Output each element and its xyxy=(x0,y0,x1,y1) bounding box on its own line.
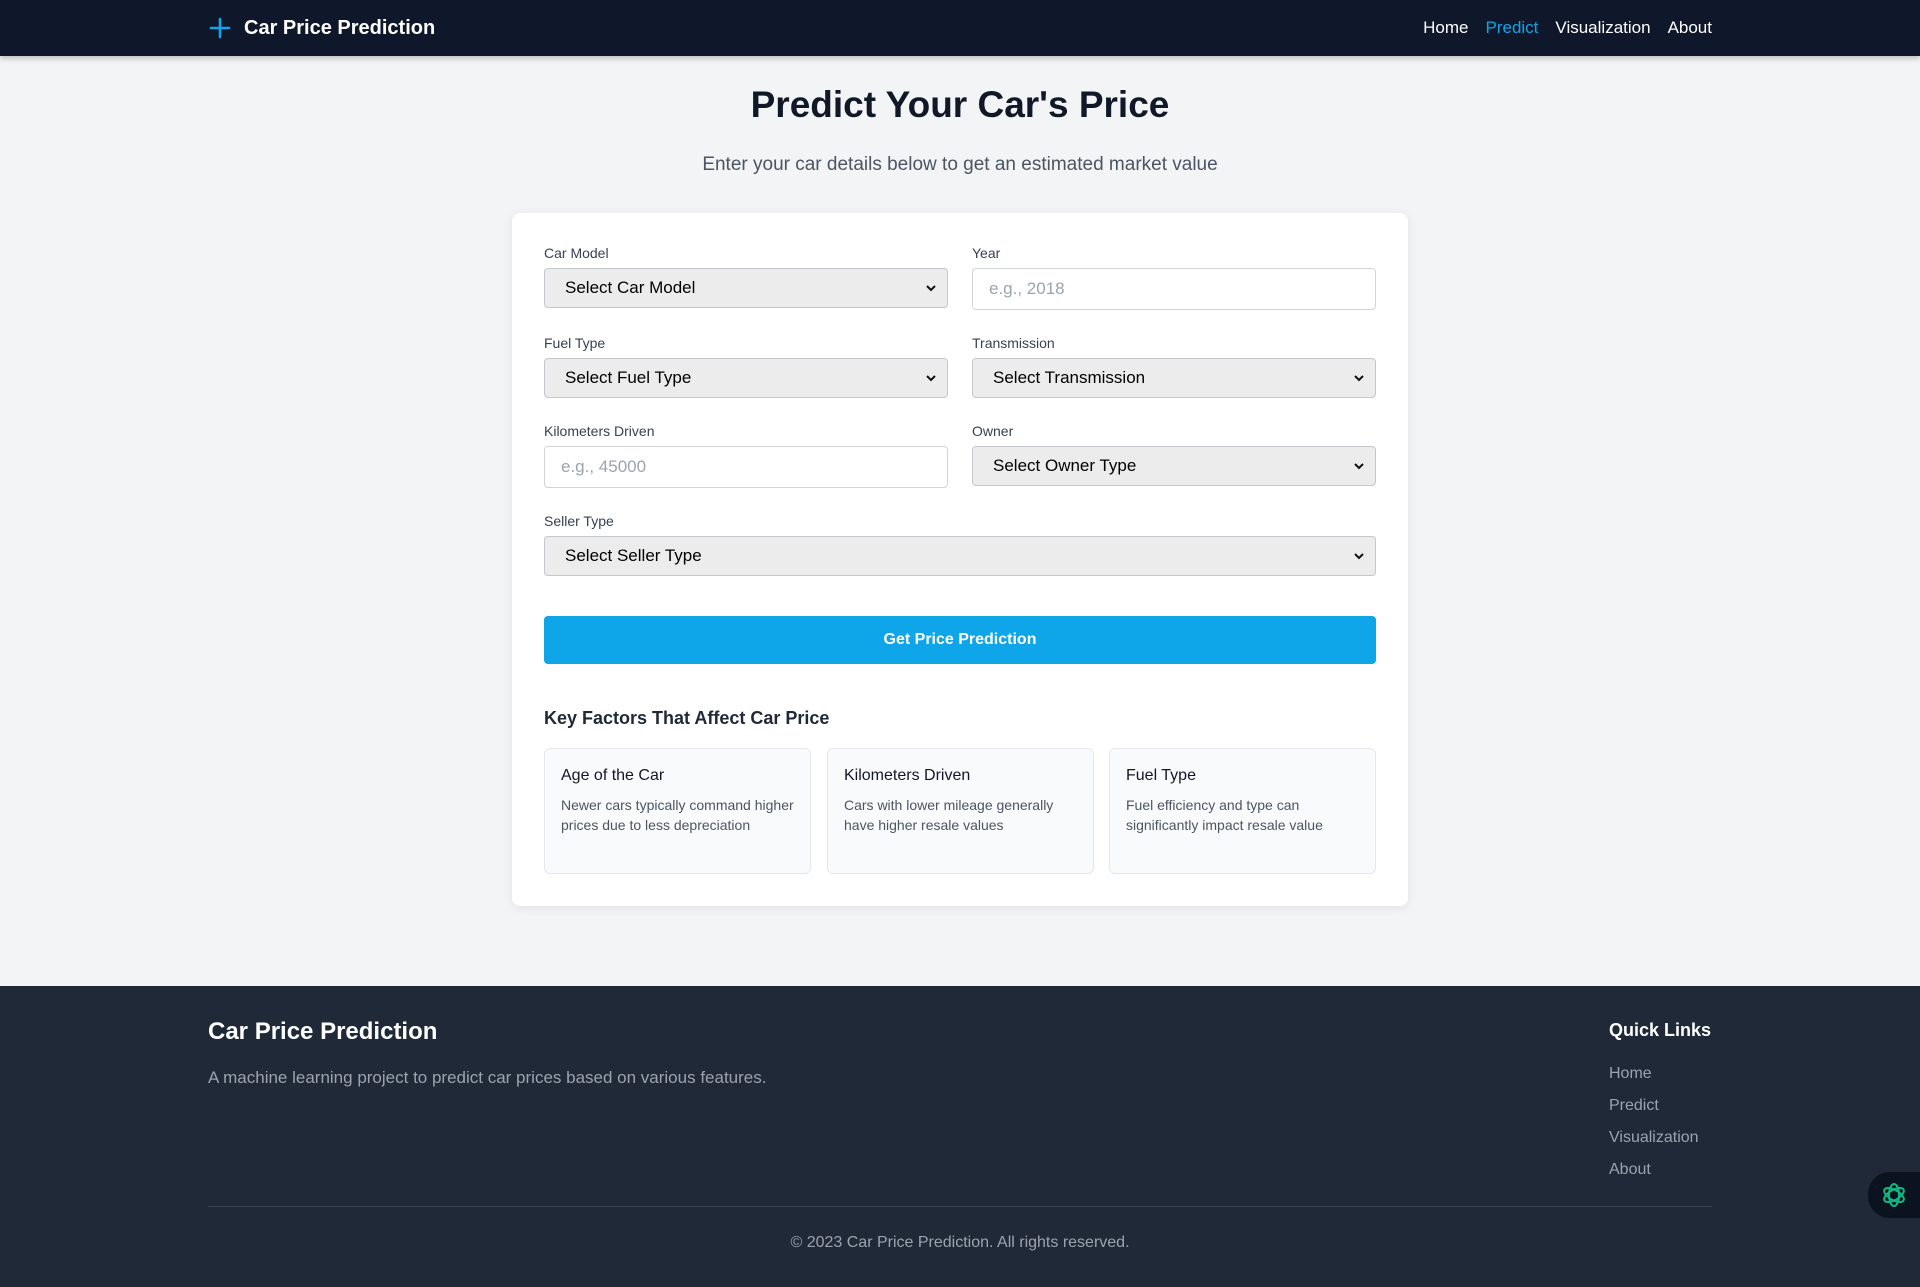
quick-links-title: Quick Links xyxy=(1609,1020,1712,1040)
owner-select[interactable]: Select Owner Type xyxy=(972,446,1376,486)
factor-card-kilometers: Kilometers Driven Cars with lower mileag… xyxy=(827,748,1094,874)
year-field: Year e.g., 2018 xyxy=(972,245,1376,310)
quick-links-list: Home Predict Visualization About xyxy=(1609,1064,1699,1180)
transmission-select[interactable]: Select Transmission xyxy=(972,358,1376,398)
footer-link-about[interactable]: About xyxy=(1609,1160,1699,1180)
footer: Car Price Prediction A machine learning … xyxy=(0,986,1920,1287)
brand-title: Car Price Prediction xyxy=(244,16,436,39)
car-model-select[interactable]: Select Car Model xyxy=(544,268,948,308)
nav-links: Home Predict Visualization About xyxy=(1423,0,1712,56)
fuel-type-label: Fuel Type xyxy=(544,335,606,351)
owner-label: Owner xyxy=(972,423,1014,439)
car-model-select-value: Select Car Model xyxy=(565,278,696,297)
nav-link-about[interactable]: About xyxy=(1668,18,1712,38)
transmission-label: Transmission xyxy=(972,335,1055,351)
openai-logo-icon xyxy=(1883,1183,1905,1207)
transmission-field: Transmission Select Transmission xyxy=(972,335,1376,398)
nav-link-predict[interactable]: Predict xyxy=(1486,18,1539,38)
car-model-field: Car Model Select Car Model xyxy=(544,245,948,308)
fuel-type-select-value: Select Fuel Type xyxy=(565,368,692,387)
footer-link-predict[interactable]: Predict xyxy=(1609,1096,1699,1116)
footer-description: A machine learning project to predict ca… xyxy=(208,1068,767,1087)
nav-link-home[interactable]: Home xyxy=(1423,18,1468,38)
fuel-type-field: Fuel Type Select Fuel Type xyxy=(544,335,948,398)
seller-type-label: Seller Type xyxy=(544,513,614,529)
brand[interactable]: Car Price Prediction xyxy=(208,0,435,56)
transmission-select-value: Select Transmission xyxy=(993,368,1146,387)
seller-type-select-value: Select Seller Type xyxy=(565,546,702,565)
kilometers-label: Kilometers Driven xyxy=(544,423,655,439)
factor-description: Cars with lower mileage generally have h… xyxy=(844,797,1054,833)
factor-card-age: Age of the Car Newer cars typically comm… xyxy=(544,748,811,874)
footer-divider xyxy=(208,1206,1712,1207)
year-placeholder: e.g., 2018 xyxy=(989,279,1065,298)
get-price-prediction-button[interactable]: Get Price Prediction xyxy=(544,616,1376,664)
key-factors-title: Key Factors That Affect Car Price xyxy=(544,708,830,728)
navbar: Car Price Prediction Home Predict Visual… xyxy=(0,0,1920,56)
owner-field: Owner Select Owner Type xyxy=(972,423,1376,486)
year-label: Year xyxy=(972,245,1001,261)
plus-icon xyxy=(209,17,231,39)
chevron-down-icon xyxy=(1354,463,1364,470)
car-model-label: Car Model xyxy=(544,245,609,261)
seller-type-field: Seller Type Select Seller Type xyxy=(544,513,1376,576)
owner-select-value: Select Owner Type xyxy=(993,456,1137,475)
page-subtitle: Enter your car details below to get an e… xyxy=(702,154,1218,175)
chevron-down-icon xyxy=(1354,553,1364,560)
factor-title: Kilometers Driven xyxy=(844,767,971,784)
kilometers-field: Kilometers Driven e.g., 45000 xyxy=(544,423,948,488)
seller-type-select[interactable]: Select Seller Type xyxy=(544,536,1376,576)
page-title: Predict Your Car's Price xyxy=(750,84,1170,125)
factor-description: Newer cars typically command higher pric… xyxy=(561,797,794,833)
footer-link-visualization[interactable]: Visualization xyxy=(1609,1128,1699,1148)
chevron-down-icon xyxy=(926,285,936,292)
fuel-type-select[interactable]: Select Fuel Type xyxy=(544,358,948,398)
year-input[interactable]: e.g., 2018 xyxy=(972,268,1376,310)
chevron-down-icon xyxy=(1354,375,1364,382)
copyright-text: © 2023 Car Price Prediction. All rights … xyxy=(790,1234,1130,1251)
kilometers-input[interactable]: e.g., 45000 xyxy=(544,446,948,488)
factor-title: Age of the Car xyxy=(561,767,665,784)
footer-link-home[interactable]: Home xyxy=(1609,1064,1699,1084)
assistant-floating-button[interactable] xyxy=(1868,1172,1920,1218)
factor-card-fuel: Fuel Type Fuel efficiency and type can s… xyxy=(1109,748,1376,874)
nav-link-visualization[interactable]: Visualization xyxy=(1555,18,1650,38)
footer-title: Car Price Prediction xyxy=(208,1018,438,1045)
chevron-down-icon xyxy=(926,375,936,382)
factor-description: Fuel efficiency and type can significant… xyxy=(1126,797,1323,833)
kilometers-placeholder: e.g., 45000 xyxy=(561,457,647,476)
factor-title: Fuel Type xyxy=(1126,767,1196,784)
prediction-form-card: Car Model Select Car Model Year e.g., 20… xyxy=(512,213,1408,906)
